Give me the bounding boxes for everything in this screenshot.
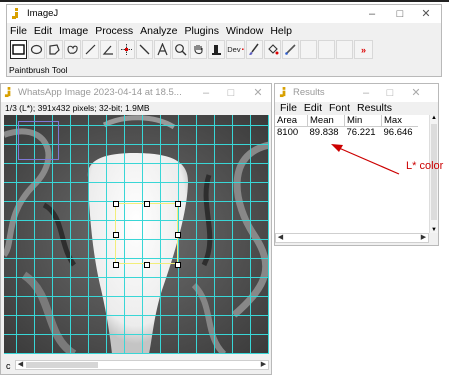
channel-label: c: [6, 361, 11, 371]
roi-handle[interactable]: [175, 232, 181, 238]
table-row[interactable]: 8100 89.838 76.221 96.646: [275, 127, 418, 138]
menu-image[interactable]: Image: [59, 25, 88, 37]
annotation-label: L* color: [406, 160, 444, 172]
image-titlebar: WhatsApp Image 2023-04-14 at 18.5... – □…: [1, 84, 271, 102]
results-menu-font[interactable]: Font: [329, 102, 350, 114]
menu-window[interactable]: Window: [226, 25, 263, 37]
dev-menu-icon[interactable]: Dev ▪: [226, 40, 245, 59]
imagej-title: ImageJ: [27, 8, 59, 19]
results-menu-file[interactable]: File: [280, 102, 297, 114]
angle-tool-icon[interactable]: [100, 40, 117, 59]
cell-mean: 89.838: [309, 127, 339, 138]
empty-slot-icon[interactable]: [300, 40, 317, 59]
image-canvas[interactable]: [4, 115, 269, 354]
dev-label: Dev: [227, 45, 241, 54]
roi-handle[interactable]: [113, 232, 119, 238]
menu-file[interactable]: File: [10, 25, 27, 37]
header-area[interactable]: Area: [275, 115, 308, 127]
flood-fill-icon[interactable]: [264, 40, 281, 59]
results-menubar: File Edit Font Results: [280, 102, 399, 114]
channel-scrollbar[interactable]: ◀ ▶: [15, 360, 269, 370]
paintbrush-icon[interactable]: [246, 40, 263, 59]
polygon-select-icon[interactable]: [46, 40, 63, 59]
results-minimize-button[interactable]: –: [355, 86, 377, 100]
image-maximize-button[interactable]: □: [220, 86, 242, 100]
hand-tool-icon[interactable]: [190, 40, 207, 59]
menu-process[interactable]: Process: [95, 25, 133, 37]
image-info: 1/3 (L*); 391x432 pixels; 32-bit; 1.9MB: [5, 103, 150, 113]
image-window: WhatsApp Image 2023-04-14 at 18.5... – □…: [0, 83, 272, 375]
minimize-button[interactable]: –: [361, 7, 383, 21]
roi-handle[interactable]: [175, 262, 181, 268]
maximize-button[interactable]: □: [389, 7, 411, 21]
results-close-button[interactable]: ✕: [405, 86, 427, 100]
scroll-down-icon[interactable]: ▼: [431, 227, 437, 233]
header-min[interactable]: Min: [344, 115, 382, 127]
selection-roi[interactable]: [115, 203, 178, 264]
scroll-right-icon[interactable]: ▶: [419, 234, 428, 242]
results-table: Area Mean Min Max 8100 89.838 76.221 96.…: [275, 115, 418, 138]
results-vscrollbar[interactable]: ▲ ▼: [429, 115, 438, 233]
cell-area: 8100: [277, 127, 299, 138]
top-divider: [0, 0, 449, 2]
menu-analyze[interactable]: Analyze: [140, 25, 177, 37]
cell-max: 96.646: [383, 127, 413, 138]
imagej-titlebar: ImageJ – □ ✕: [7, 5, 441, 23]
header-max[interactable]: Max: [381, 115, 418, 127]
roi-handle[interactable]: [113, 201, 119, 207]
scroll-right-icon[interactable]: ▶: [259, 361, 268, 369]
image-title: WhatsApp Image 2023-04-14 at 18.5...: [18, 87, 182, 98]
dropper-tool-icon[interactable]: [208, 40, 225, 59]
cell-min: 76.221: [346, 127, 376, 138]
freehand-select-icon[interactable]: [64, 40, 81, 59]
menu-help[interactable]: Help: [270, 25, 292, 37]
results-title: Results: [293, 87, 325, 98]
image-close-button[interactable]: ✕: [247, 86, 269, 100]
image-minimize-button[interactable]: –: [195, 86, 217, 100]
scroll-left-icon[interactable]: ◀: [16, 361, 25, 369]
magnifier-icon[interactable]: [172, 40, 189, 59]
roi-handle[interactable]: [144, 201, 150, 207]
oval-select-icon[interactable]: [28, 40, 45, 59]
imagej-logo-icon: [4, 87, 11, 98]
pencil-icon[interactable]: [282, 40, 299, 59]
results-menu-edit[interactable]: Edit: [304, 102, 322, 114]
annotation-arrow: [331, 144, 400, 175]
empty-slot-icon[interactable]: [336, 40, 353, 59]
point-tool-icon[interactable]: [118, 40, 135, 59]
roi-handle[interactable]: [175, 201, 181, 207]
imagej-logo-icon: [12, 8, 18, 19]
results-menu-results[interactable]: Results: [357, 102, 392, 114]
results-titlebar: Results – □ ✕: [275, 84, 438, 102]
wand-tool-icon[interactable]: [136, 40, 153, 59]
more-tools-icon[interactable]: »: [354, 40, 373, 59]
empty-slot-icon[interactable]: [318, 40, 335, 59]
status-bar: Paintbrush Tool: [9, 65, 68, 75]
scroll-left-icon[interactable]: ◀: [276, 234, 285, 242]
header-mean[interactable]: Mean: [307, 115, 345, 127]
close-button[interactable]: ✕: [415, 7, 437, 21]
roi-handle[interactable]: [113, 262, 119, 268]
scroll-thumb[interactable]: [26, 362, 98, 368]
vscroll-thumb[interactable]: [431, 124, 437, 220]
results-maximize-button[interactable]: □: [379, 86, 401, 100]
imagej-logo-icon: [279, 87, 286, 98]
small-roi[interactable]: [18, 121, 59, 160]
scroll-up-icon[interactable]: ▲: [431, 115, 437, 121]
menu-plugins[interactable]: Plugins: [185, 25, 219, 37]
roi-handle[interactable]: [144, 262, 150, 268]
rectangle-select-icon[interactable]: [10, 40, 27, 59]
results-hscrollbar[interactable]: ◀ ▶: [275, 233, 429, 243]
menu-edit[interactable]: Edit: [34, 25, 52, 37]
line-tool-icon[interactable]: [82, 40, 99, 59]
text-tool-icon[interactable]: [154, 40, 171, 59]
imagej-menubar: File Edit Image Process Analyze Plugins Window…: [10, 25, 299, 37]
